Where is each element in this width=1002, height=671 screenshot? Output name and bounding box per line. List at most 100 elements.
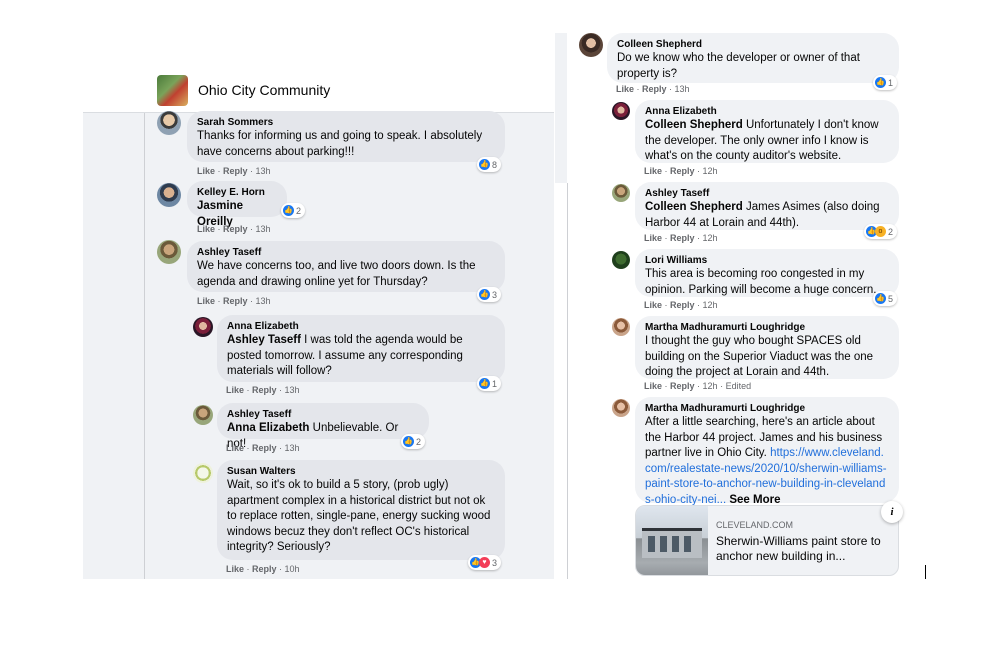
avatar[interactable]: [157, 183, 181, 207]
mention-tag[interactable]: Anna Elizabeth: [227, 422, 309, 434]
reply-button[interactable]: Reply: [670, 233, 695, 243]
wow-reaction-icon: o: [875, 226, 886, 237]
avatar[interactable]: [612, 251, 630, 269]
comment-author[interactable]: Ashley Taseff: [645, 188, 889, 200]
edited-label[interactable]: Edited: [726, 381, 752, 391]
info-icon[interactable]: i: [881, 501, 903, 523]
comment-author[interactable]: Anna Elizabeth: [227, 321, 495, 333]
scrollbar-track[interactable]: [555, 33, 567, 183]
like-button[interactable]: Like: [197, 296, 215, 306]
reaction-count[interactable]: 👍 2: [401, 434, 426, 449]
reaction-count[interactable]: 👍 1: [477, 376, 502, 391]
comment-author[interactable]: Sarah Sommers: [197, 117, 495, 129]
avatar[interactable]: [157, 111, 181, 135]
reaction-count[interactable]: 👍 5: [873, 291, 898, 306]
like-button[interactable]: Like: [226, 564, 244, 574]
avatar[interactable]: [193, 405, 213, 425]
comment-text: Do we know who the developer or owner of…: [617, 52, 860, 80]
love-reaction-icon: ♥: [479, 557, 490, 568]
reply-button[interactable]: Reply: [252, 564, 277, 574]
like-button[interactable]: Like: [197, 166, 215, 176]
comment-time[interactable]: 12h: [703, 300, 718, 310]
group-title[interactable]: Ohio City Community: [198, 82, 330, 98]
comment-actions: Like · Reply · 12h · Edited: [644, 381, 752, 391]
mention-tag[interactable]: Colleen Shepherd: [645, 119, 743, 131]
like-reaction-icon: 👍: [283, 205, 294, 216]
reaction-count[interactable]: 👍 8: [477, 157, 502, 172]
comment-actions: Like · Reply · 12h: [644, 166, 718, 176]
comment-text: This area is becoming roo congested in m…: [645, 268, 877, 296]
link-preview-card[interactable]: CLEVELAND.COM Sherwin-Williams paint sto…: [635, 505, 899, 576]
comment-actions: Like · Reply · 13h: [197, 296, 271, 306]
comment-author[interactable]: Colleen Shepherd: [617, 39, 889, 51]
reaction-count[interactable]: 👍 o 2: [864, 224, 898, 239]
comment-actions: Like · Reply · 13h: [226, 385, 300, 395]
avatar[interactable]: [612, 102, 630, 120]
reply-button[interactable]: Reply: [223, 166, 248, 176]
comment-time[interactable]: 12h: [703, 233, 718, 243]
like-button[interactable]: Like: [226, 443, 244, 453]
comment-time[interactable]: 13h: [256, 224, 271, 234]
comment-bubble: Ashley Taseff Colleen Shepherd James Asi…: [635, 182, 899, 230]
reply-button[interactable]: Reply: [223, 296, 248, 306]
reaction-count[interactable]: 👍 ♥ 3: [468, 555, 502, 570]
reply-button[interactable]: Reply: [670, 300, 695, 310]
comment-time[interactable]: 12h: [703, 166, 718, 176]
comment-actions: Like · Reply · 13h: [226, 443, 300, 453]
reaction-count[interactable]: 👍 3: [477, 287, 502, 302]
scrollbar-track[interactable]: [538, 114, 552, 579]
comment-bubble: Martha Madhuramurti Loughridge I thought…: [635, 316, 899, 379]
comment-time[interactable]: 12h: [703, 381, 718, 391]
comment-bubble: Lori Williams This area is becoming roo …: [635, 249, 899, 297]
comment-time[interactable]: 10h: [285, 564, 300, 574]
article-thumbnail: [636, 506, 708, 575]
comment-author[interactable]: Martha Madhuramurti Loughridge: [645, 403, 889, 415]
reply-button[interactable]: Reply: [642, 84, 667, 94]
comment-author[interactable]: Lori Williams: [645, 255, 889, 267]
comment-author[interactable]: Ashley Taseff: [197, 247, 495, 259]
avatar[interactable]: [579, 33, 603, 57]
like-button[interactable]: Like: [226, 385, 244, 395]
reply-button[interactable]: Reply: [252, 443, 277, 453]
comment-time[interactable]: 13h: [285, 443, 300, 453]
like-button[interactable]: Like: [644, 300, 662, 310]
link-title[interactable]: Sherwin-Williams paint store to anchor n…: [716, 534, 896, 564]
left-comments-panel: Ohio City Community Sarah Sommers Thanks…: [83, 71, 554, 579]
comment-author[interactable]: Martha Madhuramurti Loughridge: [645, 322, 889, 334]
like-button[interactable]: Like: [644, 166, 662, 176]
avatar[interactable]: [193, 317, 213, 337]
like-button[interactable]: Like: [644, 381, 662, 391]
reaction-count[interactable]: 👍 2: [281, 203, 306, 218]
comment-bubble: Susan Walters Wait, so it's ok to build …: [217, 460, 505, 560]
group-avatar[interactable]: [157, 75, 188, 106]
avatar[interactable]: [612, 184, 630, 202]
avatar[interactable]: [612, 399, 630, 417]
mention-tag[interactable]: Ashley Taseff: [227, 334, 301, 346]
comment-author[interactable]: Susan Walters: [227, 466, 495, 478]
like-reaction-icon: 👍: [479, 378, 490, 389]
reply-button[interactable]: Reply: [223, 224, 248, 234]
comment-time[interactable]: 13h: [256, 296, 271, 306]
reaction-count[interactable]: 👍 1: [873, 75, 898, 90]
reply-button[interactable]: Reply: [670, 381, 695, 391]
comment-time[interactable]: 13h: [256, 166, 271, 176]
mention-tag[interactable]: Colleen Shepherd: [645, 201, 743, 213]
comment-bubble: Kelley E. Horn Jasmine Oreilly: [187, 181, 287, 228]
comment-time[interactable]: 13h: [285, 385, 300, 395]
like-button[interactable]: Like: [197, 224, 215, 234]
comment-author[interactable]: Ashley Taseff: [227, 409, 419, 421]
comment-time[interactable]: 13h: [675, 84, 690, 94]
comment-bubble: Ashley Taseff We have concerns too, and …: [187, 241, 505, 292]
avatar[interactable]: [157, 240, 181, 264]
reply-button[interactable]: Reply: [252, 385, 277, 395]
see-more-link[interactable]: See More: [726, 494, 780, 506]
like-button[interactable]: Like: [644, 233, 662, 243]
avatar[interactable]: [193, 463, 213, 483]
comment-author[interactable]: Kelley E. Horn: [197, 187, 277, 199]
comment-actions: Like · Reply · 13h: [616, 84, 690, 94]
avatar[interactable]: [612, 318, 630, 336]
comment-author[interactable]: Anna Elizabeth: [645, 106, 889, 118]
reply-button[interactable]: Reply: [670, 166, 695, 176]
like-button[interactable]: Like: [616, 84, 634, 94]
comment-bubble: Sarah Sommers Thanks for informing us an…: [187, 111, 505, 162]
